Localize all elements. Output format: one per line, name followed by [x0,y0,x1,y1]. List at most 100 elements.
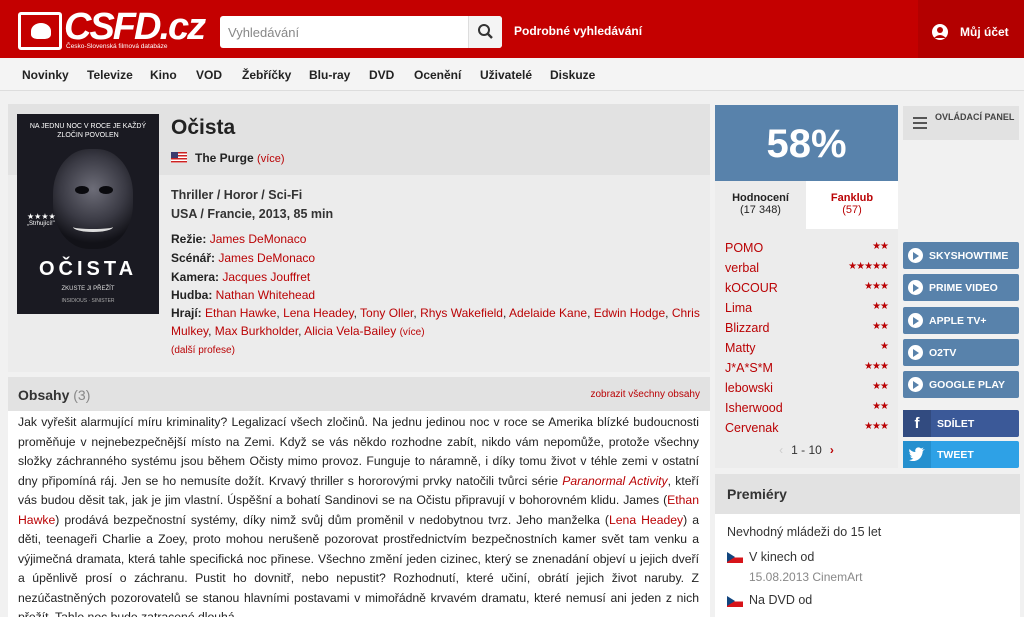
list-item: Isherwood ★★ [725,399,889,419]
user-link[interactable]: POMO [725,241,763,255]
star-rating: ★★ [872,241,889,252]
actor-link[interactable]: Lena Headey [283,306,354,320]
service-prime-video[interactable]: PRIME VIDEO [903,274,1019,301]
cz-flag-icon [727,552,743,563]
search-input[interactable] [220,16,468,48]
play-icon [908,313,923,328]
search-icon [478,24,493,39]
user-link[interactable]: Lima [725,301,752,315]
menu-icon [913,117,927,129]
list-item: kOCOUR ★★★ [725,279,889,299]
original-title-more-link[interactable]: (více) [257,153,285,165]
camera-link[interactable]: Jacques Jouffret [222,270,310,284]
film-icon [18,12,62,50]
music-link[interactable]: Nathan Whitehead [216,288,315,302]
nav-novinky[interactable]: Novinky [22,68,69,82]
user-link[interactable]: Isherwood [725,401,783,415]
twitter-tweet-button[interactable]: TWEET [903,441,1019,468]
list-item: Cervenak ★★★ [725,419,889,439]
nav-diskuze[interactable]: Diskuze [550,68,595,82]
plots-heading: Obsahy (3) [18,387,91,403]
next-page-button[interactable]: › [830,443,834,457]
user-link[interactable]: Matty [725,341,756,355]
star-rating: ★★★ [864,281,889,292]
writer-link[interactable]: James DeMonaco [218,251,315,265]
user-link[interactable]: J*A*S*M [725,361,773,375]
star-rating: ★★ [872,401,889,412]
ratings-pager: ‹ 1 - 10 › [715,443,898,457]
movie-info-box: NA JEDNU NOC V ROCE JE KAŽDÝ ZLOČIN POVO… [8,104,710,372]
star-rating: ★★ [872,321,889,332]
nav-uzivatele[interactable]: Uživatelé [480,68,532,82]
user-ratings-list: POMO ★★ verbal ★★★★★ kOCOUR ★★★ Lima ★★ Bliz… [715,229,898,468]
plot-box: Obsahy (3) zobrazit všechny obsahy Jak v… [8,377,710,617]
actor-link[interactable]: Adelaide Kane [509,306,587,320]
nav-zebricky[interactable]: Žebříčky [242,68,291,82]
user-link[interactable]: Blizzard [725,321,769,335]
tab-ratings[interactable]: Hodnocení (17 348) [715,181,806,229]
advanced-search-link[interactable]: Podrobné vyhledávání [514,24,642,38]
actor-link[interactable]: Max Burkholder [215,324,298,338]
user-link[interactable]: Cervenak [725,421,779,435]
show-all-plots-link[interactable]: zobrazit všechny obsahy [590,389,700,400]
user-link[interactable]: lebowski [725,381,773,395]
twitter-icon [903,441,931,468]
user-link[interactable]: verbal [725,261,759,275]
nav-vod[interactable]: VOD [196,68,222,82]
nav-dvd[interactable]: DVD [369,68,394,82]
star-rating: ★ [880,341,889,352]
service-o2tv[interactable]: O2TV [903,339,1019,366]
crew-music: Hudba: Nathan Whitehead [171,288,316,302]
page-range: 1 - 10 [791,443,822,457]
user-icon [932,24,948,40]
user-link[interactable]: kOCOUR [725,281,778,295]
crew-writer: Scénář: James DeMonaco [171,251,316,265]
star-rating: ★★★★★ [848,261,889,272]
rating-percent: 58% [715,105,898,181]
actor-link[interactable]: Tony Oller [360,306,413,320]
play-icon [908,377,923,392]
star-rating: ★★★ [864,421,889,432]
plot-text: Jak vyřešit alarmující míru kriminality?… [18,415,699,617]
actors-more-link[interactable]: (více) [400,327,425,338]
service-apple-tv[interactable]: APPLE TV+ [903,307,1019,334]
actor-link[interactable]: Edwin Hodge [594,306,665,320]
more-professions-link[interactable]: (další profese) [171,345,235,356]
original-title: The Purge (více) [195,151,285,165]
play-icon [908,248,923,263]
facebook-share-button[interactable]: f SDÍLET [903,410,1019,437]
nav-televize[interactable]: Televize [87,68,133,82]
movie-title: Očista [171,116,236,139]
account-button[interactable]: Můj účet [918,0,1024,58]
poster-credits: INSIDIOUS · SINISTER [61,298,115,304]
nav-bluray[interactable]: Blu-ray [309,68,350,82]
movie-poster[interactable]: NA JEDNU NOC V ROCE JE KAŽDÝ ZLOČIN POVO… [17,114,159,314]
premieres-box: Premiéry Nevhodný mládeži do 15 let V ki… [715,474,1020,617]
series-link[interactable]: Paranormal Activity [562,474,667,488]
search-button[interactable] [468,16,502,48]
prev-page-button[interactable]: ‹ [779,443,783,457]
poster-stars: ★★★★ [27,212,56,221]
actor-link[interactable]: Rhys Wakefield [420,306,503,320]
premiere-dvd: Na DVD od [749,593,813,607]
usa-flag-icon [171,152,187,163]
nav-oceneni[interactable]: Ocenění [414,68,461,82]
nav-kino[interactable]: Kino [150,68,177,82]
actor-link[interactable]: Alicia Vela-Bailey [304,324,396,338]
service-google-play[interactable]: GOOGLE PLAY [903,371,1019,398]
service-skyshowtime[interactable]: SKYSHOWTIME [903,242,1019,269]
premiere-cinema-date: 15.08.2013 CinemArt [749,570,863,584]
tab-fanclub[interactable]: Fanklub (57) [806,181,898,229]
actors-list: Hrají: Ethan Hawke, Lena Headey, Tony Ol… [171,306,700,338]
csfd-logo[interactable]: CSFD.cz Česko-Slovenská filmová databáze [18,6,206,52]
control-panel-button[interactable]: OVLÁDACÍ PANEL [903,106,1019,140]
star-rating: ★★ [872,381,889,392]
list-item: verbal ★★★★★ [725,259,889,279]
poster-title: OČISTA [38,258,138,280]
actor-link[interactable]: Ethan Hawke [205,306,276,320]
main-nav: Novinky Televize Kino VOD Žebříčky Blu-r… [0,58,1024,91]
top-header: CSFD.cz Česko-Slovenská filmová databáze… [0,0,1024,58]
list-item: J*A*S*M ★★★ [725,359,889,379]
plot-actor-link[interactable]: Lena Headey [609,513,683,527]
director-link[interactable]: James DeMonaco [210,232,307,246]
